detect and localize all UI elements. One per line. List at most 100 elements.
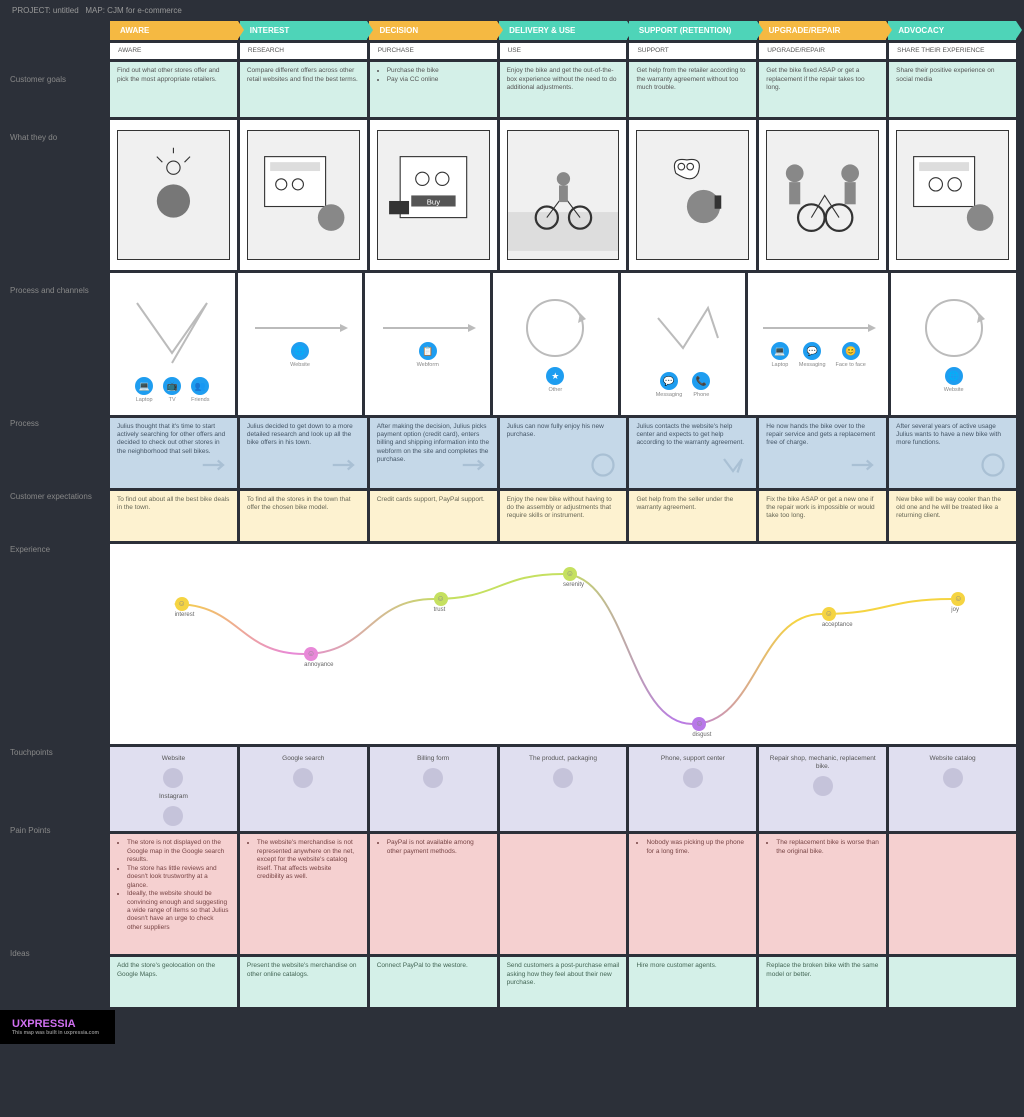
- substage-0: AWARE: [110, 43, 237, 59]
- expect-3: Enjoy the new bike without having to do …: [500, 491, 627, 541]
- emotion-trust: ☺: [434, 592, 448, 606]
- emotion-acceptance: ☺: [822, 607, 836, 621]
- illustration-3: [500, 120, 627, 270]
- process-5: He now hands the bike over to the repair…: [759, 418, 886, 488]
- touchpoint-4: Phone, support center: [629, 747, 756, 832]
- substage-5: UPGRADE/REPAIR: [759, 43, 886, 59]
- svg-text:Buy: Buy: [426, 197, 439, 206]
- experience-chart: ☺interest☺annoyance☺trust☺serenity☺disgu…: [110, 544, 1016, 744]
- idea-6: [889, 957, 1016, 1007]
- tp-icon: [163, 806, 183, 826]
- channel-icon-web: 🌐: [945, 367, 963, 385]
- pain-6: [889, 834, 1016, 954]
- expect-6: New bike will be way cooler than the old…: [889, 491, 1016, 541]
- label-do: What they do: [0, 129, 110, 282]
- goal-5: Get the bike fixed ASAP or get a replace…: [759, 62, 886, 117]
- channel-icon-msg: 💬: [660, 372, 678, 390]
- goal-1: Compare different offers across other re…: [240, 62, 367, 117]
- label-goals: Customer goals: [0, 71, 110, 129]
- idea-5: Replace the broken bike with the same mo…: [759, 957, 886, 1007]
- pain-4: Nobody was picking up the phone for a lo…: [629, 834, 756, 954]
- touchpoint-2: Billing form: [370, 747, 497, 832]
- channel-icon-phone: 📞: [692, 372, 710, 390]
- tp-icon: [553, 768, 573, 788]
- goal-6: Share their positive experience on socia…: [889, 62, 1016, 117]
- goal-2: Purchase the bikePay via CC online: [370, 62, 497, 117]
- phase-1: INTEREST: [240, 21, 368, 40]
- tp-icon: [163, 768, 183, 788]
- illustration-6: [889, 120, 1016, 270]
- channel-5: 💻Laptop💬Messaging😊Face to face: [748, 273, 888, 414]
- channel-6: 🌐Website: [891, 273, 1016, 414]
- channel-3: ★Other: [493, 273, 618, 414]
- label-experience: Experience: [0, 541, 110, 744]
- pain-2: PayPal is not available among other paym…: [370, 834, 497, 954]
- emotion-interest: ☺: [175, 597, 189, 611]
- pain-3: [500, 834, 627, 954]
- pain-5: The replacement bike is worse than the o…: [759, 834, 886, 954]
- channel-1: 🌐Website: [238, 273, 363, 414]
- channel-icon-laptop: 💻: [135, 377, 153, 395]
- phase-6: ADVOCACY: [888, 21, 1016, 40]
- touchpoint-0: WebsiteInstagram: [110, 747, 237, 832]
- channel-2: 📋Webform: [365, 273, 490, 414]
- illustration-0: [110, 120, 237, 270]
- phase-4: SUPPORT (RETENTION): [629, 21, 757, 40]
- channel-icon-msg: 💬: [803, 342, 821, 360]
- label-expect: Customer expectations: [0, 488, 110, 541]
- idea-4: Hire more customer agents.: [629, 957, 756, 1007]
- substage-6: SHARE THEIR EXPERIENCE: [889, 43, 1016, 59]
- pain-1: The website's merchandise is not represe…: [240, 834, 367, 954]
- idea-1: Present the website's merchandise on oth…: [240, 957, 367, 1007]
- goal-0: Find out what other stores offer and pic…: [110, 62, 237, 117]
- pain-0: The store is not displayed on the Google…: [110, 834, 237, 954]
- expect-0: To find out about all the best bike deal…: [110, 491, 237, 541]
- tp-icon: [293, 768, 313, 788]
- label-process: Process: [0, 415, 110, 488]
- phase-row: AWAREINTERESTDECISIONDELIVERY & USESUPPO…: [110, 21, 1016, 40]
- channel-icon-laptop: 💻: [771, 342, 789, 360]
- process-1: Julius decided to get down to a more det…: [240, 418, 367, 488]
- idea-2: Connect PayPal to the westore.: [370, 957, 497, 1007]
- goal-4: Get help from the retailer according to …: [629, 62, 756, 117]
- emotion-serenity: ☺: [563, 567, 577, 581]
- tp-icon: [683, 768, 703, 788]
- channel-icon-tv: 📺: [163, 377, 181, 395]
- touchpoint-6: Website catalog: [889, 747, 1016, 832]
- illustration-4: [629, 120, 756, 270]
- label-pain: Pain Points: [0, 822, 110, 945]
- goal-3: Enjoy the bike and get the out-of-the-bo…: [500, 62, 627, 117]
- channel-icon-star: ★: [546, 367, 564, 385]
- emotion-annoyance: ☺: [304, 647, 318, 661]
- expect-2: Credit cards support, PayPal support.: [370, 491, 497, 541]
- touchpoint-1: Google search: [240, 747, 367, 832]
- touchpoint-3: The product, packaging: [500, 747, 627, 832]
- process-2: After making the decision, Julius picks …: [370, 418, 497, 488]
- channel-4: 💬Messaging📞Phone: [621, 273, 746, 414]
- phase-3: DELIVERY & USE: [499, 21, 627, 40]
- expect-5: Fix the bike ASAP or get a new one if th…: [759, 491, 886, 541]
- label-ideas: Ideas: [0, 945, 110, 998]
- process-6: After several years of active usage Juli…: [889, 418, 1016, 488]
- channel-icon-web: 🌐: [291, 342, 309, 360]
- tp-icon: [943, 768, 963, 788]
- idea-0: Add the store's geolocation on the Googl…: [110, 957, 237, 1007]
- process-3: Julius can now fully enjoy his new purch…: [500, 418, 627, 488]
- tp-icon: [813, 776, 833, 796]
- phase-5: UPGRADE/REPAIR: [759, 21, 887, 40]
- channel-icon-friends: 👥: [191, 377, 209, 395]
- top-bar: PROJECT: untitled MAP: CJM for e-commerc…: [0, 0, 1024, 21]
- emotion-disgust: ☺: [692, 717, 706, 731]
- process-0: Julius thought that it's time to start a…: [110, 418, 237, 488]
- phase-0: AWARE: [110, 21, 238, 40]
- emotion-joy: ☺: [951, 592, 965, 606]
- substage-1: RESEARCH: [240, 43, 367, 59]
- channel-icon-form: 📋: [419, 342, 437, 360]
- tp-icon: [423, 768, 443, 788]
- phase-2: DECISION: [369, 21, 497, 40]
- expect-4: Get help from the seller under the warra…: [629, 491, 756, 541]
- brand-footer: UXPRESSIA This map was built in uxpressi…: [0, 1010, 115, 1044]
- substage-3: USE: [500, 43, 627, 59]
- idea-3: Send customers a post-purchase email ask…: [500, 957, 627, 1007]
- channel-icon-face: 😊: [842, 342, 860, 360]
